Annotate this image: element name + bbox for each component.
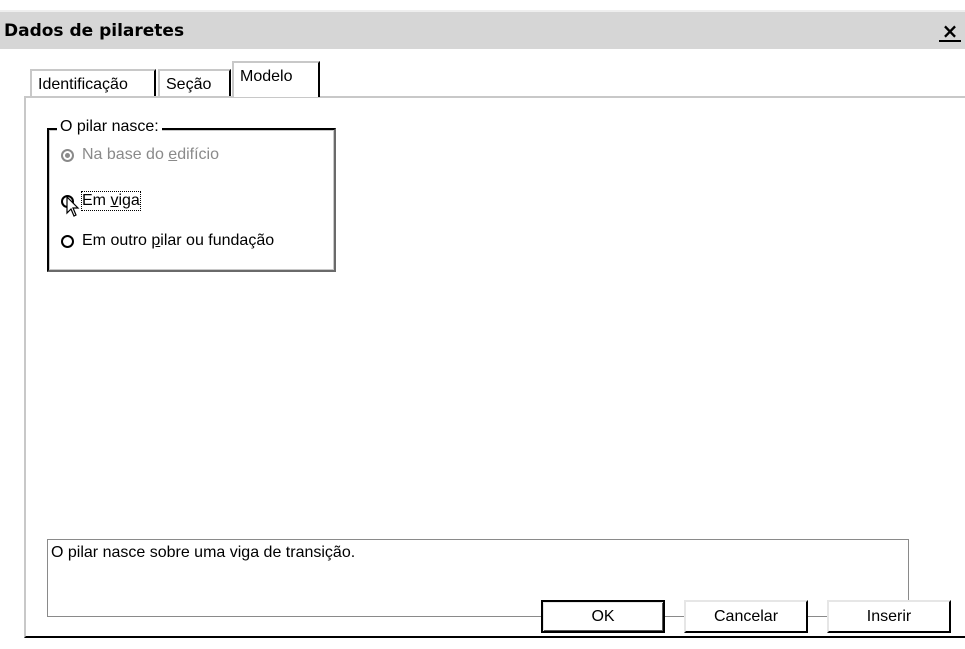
mouse-pointer-icon xyxy=(66,196,80,217)
tab-secao[interactable]: Seção xyxy=(158,69,231,99)
radio-base-edificio[interactable]: Na base do edifício xyxy=(61,144,219,166)
ok-button[interactable]: OK xyxy=(541,600,665,633)
radio-indicator xyxy=(61,148,74,162)
tab-label: Modelo xyxy=(240,68,293,85)
groupbox-legend: O pilar nasce: xyxy=(57,118,162,136)
origin-groupbox: O pilar nasce: Na base do edifício Em vi… xyxy=(47,118,336,272)
title-bar[interactable]: Dados de pilaretes × xyxy=(0,10,965,49)
insert-button[interactable]: Inserir xyxy=(827,600,951,633)
window-title: Dados de pilaretes xyxy=(4,21,185,41)
dialog-window: Dados de pilaretes × Identificação Seção… xyxy=(0,0,965,649)
radio-outro-pilar[interactable]: Em outro pilar ou fundação xyxy=(61,230,274,252)
radio-label: Na base do edifício xyxy=(82,146,219,163)
tab-identificacao[interactable]: Identificação xyxy=(30,69,156,99)
tab-label: Identificação xyxy=(38,76,128,93)
radio-label: Em viga xyxy=(81,191,141,211)
radio-indicator xyxy=(61,234,74,248)
dialog-body: Identificação Seção Modelo O pilar nasce… xyxy=(0,49,965,649)
tab-modelo[interactable]: Modelo xyxy=(232,61,320,97)
tab-label: Seção xyxy=(166,76,212,93)
close-icon[interactable]: × xyxy=(939,20,961,42)
cancel-button[interactable]: Cancelar xyxy=(684,600,808,633)
radio-label: Em outro pilar ou fundação xyxy=(82,232,275,249)
tab-panel-modelo: O pilar nasce: Na base do edifício Em vi… xyxy=(24,96,965,638)
